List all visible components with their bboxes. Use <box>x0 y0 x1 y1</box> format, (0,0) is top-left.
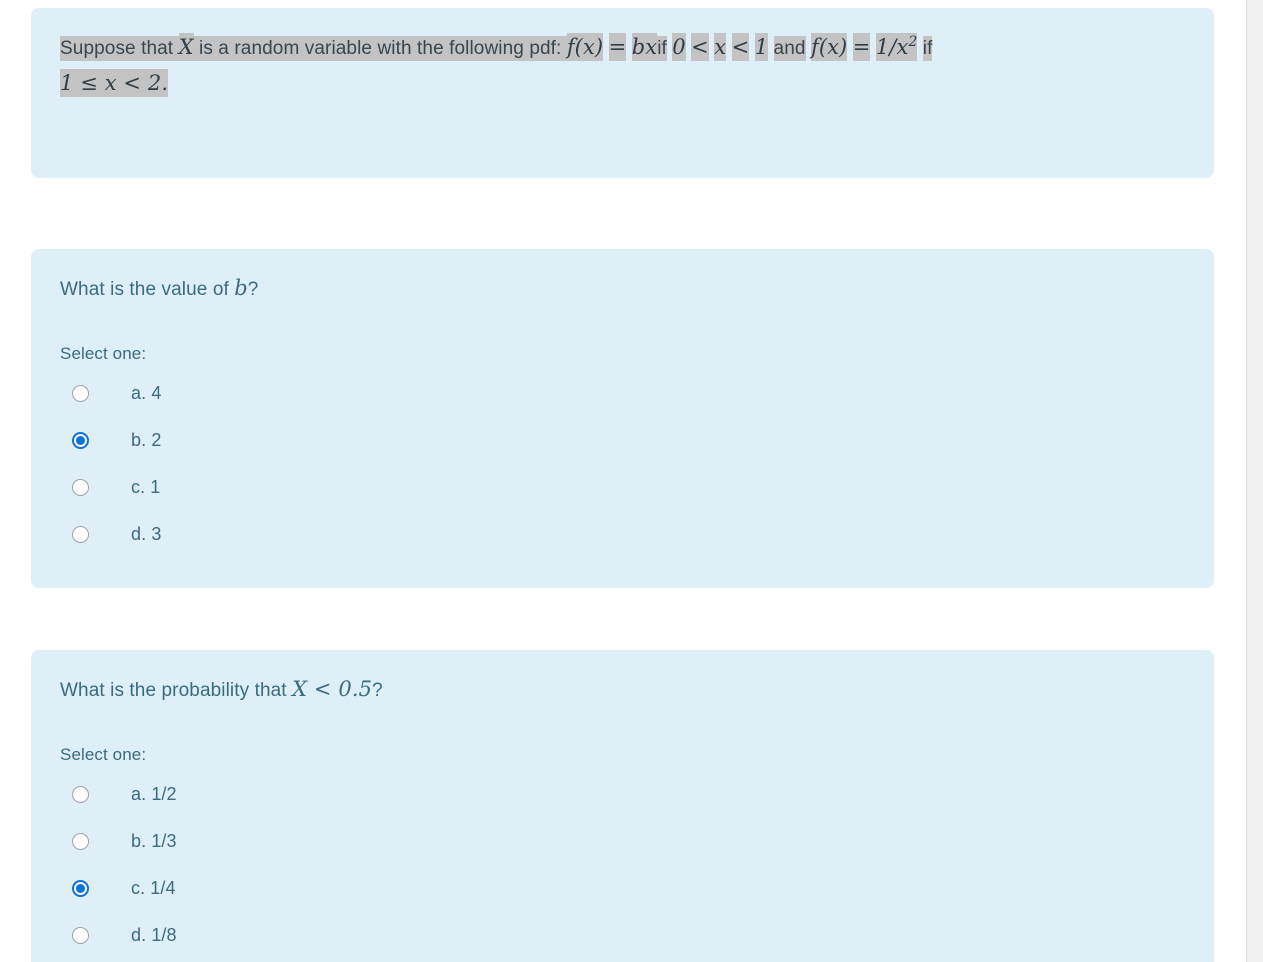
prompt-math-frac-base: 1/x <box>875 35 909 59</box>
vertical-scrollbar[interactable] <box>1246 0 1263 962</box>
question-card-2: What is the probability that X < 0.5? Se… <box>31 650 1214 962</box>
prompt-math-equals-1: = <box>608 33 627 61</box>
prompt-math-bx: bx <box>631 33 658 61</box>
answer-option-2d[interactable]: d. 1/8 <box>60 912 1190 959</box>
radio-button-2d[interactable] <box>72 927 89 944</box>
prompt-math-fx-1: f(x) <box>566 33 604 61</box>
prompt-text: Suppose that X is a random variable with… <box>60 30 1190 102</box>
radio-button-1b[interactable] <box>72 432 89 449</box>
answer-label-2a: a. 1/2 <box>131 784 177 804</box>
prompt-math-equals-2: = <box>852 33 871 61</box>
prompt-math-one: 1 <box>754 33 769 61</box>
question-1-select-one-label: Select one: <box>60 344 147 363</box>
question-2-heading-math: X < 0.5 <box>292 677 373 701</box>
question-2-select-one-label: Select one: <box>60 745 147 764</box>
prompt-math-X: X <box>178 33 194 61</box>
answer-label-2b: b. 1/3 <box>131 831 177 851</box>
answer-label-1d: d. 3 <box>131 524 162 544</box>
radio-button-2a[interactable] <box>72 786 89 803</box>
answer-label-2c: c. 1/4 <box>131 878 176 898</box>
question-1-heading-prefix: What is the value of <box>60 279 235 300</box>
prompt-word-if-2: if <box>922 36 933 61</box>
question-card-1: What is the value of b? Select one: a. 4… <box>31 249 1214 588</box>
radio-button-1c[interactable] <box>72 479 89 496</box>
answer-label-1c: c. 1 <box>131 477 161 497</box>
question-1-heading-suffix: ? <box>247 279 259 300</box>
prompt-math-lt-1: < <box>691 33 709 61</box>
prompt-math-fx-2: f(x) <box>810 33 848 61</box>
quiz-page: Suppose that X is a random variable with… <box>0 0 1263 962</box>
question-2-heading-suffix: ? <box>372 680 383 701</box>
prompt-math-frac-exponent: 2 <box>908 34 918 50</box>
radio-button-2c[interactable] <box>72 880 89 897</box>
answer-option-1c[interactable]: c. 1 <box>60 464 1190 511</box>
prompt-math-lt-2: < <box>731 33 750 61</box>
answer-option-1b[interactable]: b. 2 <box>60 417 1190 464</box>
radio-button-1a[interactable] <box>72 385 89 402</box>
radio-button-1d[interactable] <box>72 526 89 543</box>
prompt-segment-pdf-lead: is a random variable with the following … <box>193 36 567 61</box>
answer-label-1a: a. 4 <box>131 383 162 403</box>
answer-option-1d[interactable]: d. 3 <box>60 511 1190 558</box>
prompt-word-and: and <box>773 36 806 61</box>
answer-option-2a[interactable]: a. 1/2 <box>60 771 1190 818</box>
prompt-math-x-1: x <box>714 33 727 61</box>
answer-option-2b[interactable]: b. 1/3 <box>60 818 1190 865</box>
question-1-heading: What is the value of b? <box>60 275 1190 303</box>
prompt-segment-intro: Suppose that <box>60 36 179 61</box>
answer-label-2d: d. 1/8 <box>131 925 177 945</box>
question-prompt-card: Suppose that X is a random variable with… <box>31 8 1214 178</box>
question-1-heading-math: b <box>234 276 248 300</box>
question-2-heading: What is the probability that X < 0.5? <box>60 676 1190 704</box>
answer-label-1b: b. 2 <box>131 430 162 450</box>
question-1-answer-list: a. 4 b. 2 c. 1 d. 3 <box>60 370 1190 558</box>
answer-option-1a[interactable]: a. 4 <box>60 370 1190 417</box>
radio-button-2b[interactable] <box>72 833 89 850</box>
prompt-word-if-1: if <box>657 36 667 61</box>
question-2-heading-prefix: What is the probability that <box>60 680 293 701</box>
prompt-math-interval: 1 ≤ x < 2. <box>60 69 169 97</box>
content-column: Suppose that X is a random variable with… <box>31 0 1214 962</box>
prompt-math-zero: 0 <box>672 33 686 61</box>
prompt-math-reciprocal-x-squared: 1/x2 <box>875 33 918 61</box>
question-2-answer-list: a. 1/2 b. 1/3 c. 1/4 d. 1/8 <box>60 771 1190 959</box>
answer-option-2c[interactable]: c. 1/4 <box>60 865 1190 912</box>
